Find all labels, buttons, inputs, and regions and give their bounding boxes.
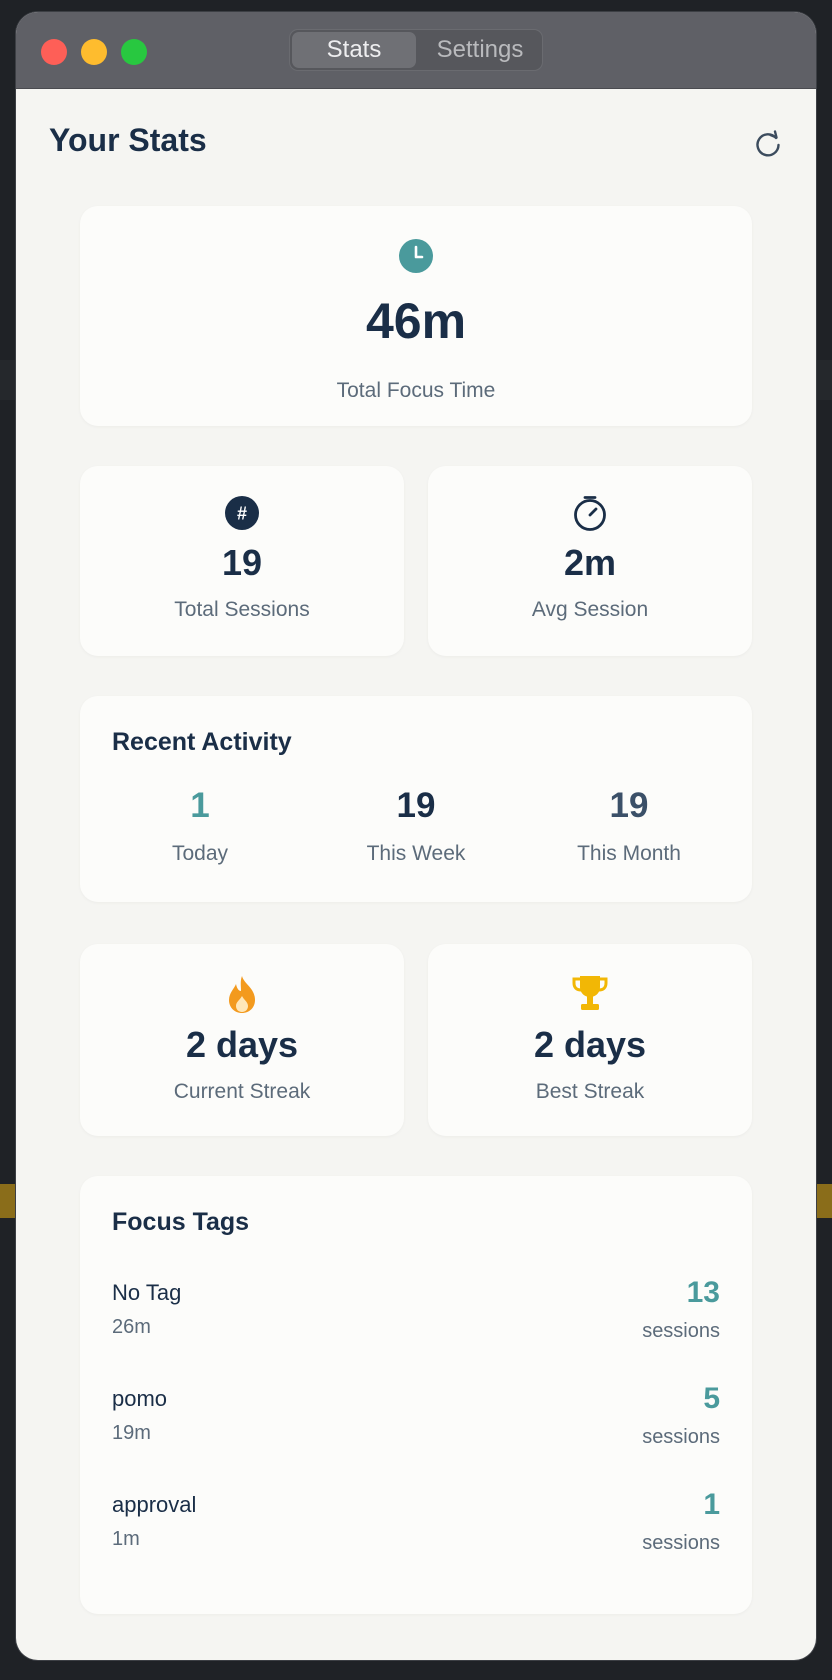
best-streak-card: 2 days Best Streak bbox=[428, 944, 752, 1136]
recent-month-label: This Month bbox=[577, 842, 681, 865]
tag-session-unit: sessions bbox=[642, 1320, 720, 1342]
tag-session-count: 13 bbox=[686, 1276, 720, 1309]
tab-settings[interactable]: Settings bbox=[420, 32, 540, 68]
avg-session-card: 2m Avg Session bbox=[428, 466, 752, 656]
recent-activity-title: Recent Activity bbox=[112, 728, 292, 756]
tag-session-unit: sessions bbox=[642, 1426, 720, 1448]
avg-session-value: 2m bbox=[563, 542, 617, 583]
clock-icon bbox=[398, 238, 434, 274]
background-highlight-right bbox=[814, 1184, 832, 1218]
tag-name: No Tag bbox=[112, 1280, 182, 1305]
minimize-button[interactable] bbox=[81, 39, 107, 65]
focus-time-value: 46m bbox=[365, 293, 467, 349]
view-switcher: Stats Settings bbox=[289, 29, 543, 71]
tag-time: 19m bbox=[112, 1422, 151, 1444]
best-streak-value: 2 days bbox=[533, 1024, 647, 1065]
tag-session-count: 1 bbox=[703, 1488, 720, 1521]
tag-row: pomo 19m 5 sessions bbox=[112, 1382, 720, 1466]
tag-name: pomo bbox=[112, 1386, 168, 1411]
current-streak-card: 2 days Current Streak bbox=[80, 944, 404, 1136]
current-streak-label: Current Streak bbox=[173, 1080, 311, 1103]
recent-week-value: 19 bbox=[396, 786, 436, 825]
best-streak-label: Best Streak bbox=[535, 1080, 645, 1103]
tag-time: 26m bbox=[112, 1316, 151, 1338]
close-button[interactable] bbox=[41, 39, 67, 65]
zoom-button[interactable] bbox=[121, 39, 147, 65]
tab-stats[interactable]: Stats bbox=[292, 32, 416, 68]
trophy-icon bbox=[571, 974, 609, 1012]
stats-window: Stats Settings Your Stats 46m Total Focu… bbox=[16, 12, 816, 1660]
current-streak-value: 2 days bbox=[185, 1024, 299, 1065]
tag-session-unit: sessions bbox=[642, 1532, 720, 1554]
recent-today-value: 1 bbox=[190, 786, 210, 825]
recent-activity-card: Recent Activity 1 Today 19 This Week 19 … bbox=[80, 696, 752, 902]
total-sessions-label: Total Sessions bbox=[174, 598, 310, 621]
flame-icon bbox=[224, 974, 260, 1014]
svg-text:#: # bbox=[237, 504, 247, 524]
focus-time-label: Total Focus Time bbox=[336, 379, 496, 402]
tag-row: No Tag 26m 13 sessions bbox=[112, 1276, 720, 1360]
page-title: Your Stats bbox=[49, 122, 207, 158]
recent-today-label: Today bbox=[171, 842, 229, 865]
tag-row: approval 1m 1 sessions bbox=[112, 1488, 720, 1572]
recent-today: 1 Today bbox=[100, 786, 300, 866]
timer-icon bbox=[572, 494, 608, 532]
tag-session-count: 5 bbox=[703, 1382, 720, 1415]
total-sessions-value: 19 bbox=[221, 542, 263, 583]
focus-tags-title: Focus Tags bbox=[112, 1208, 250, 1236]
total-sessions-card: # 19 Total Sessions bbox=[80, 466, 404, 656]
recent-month-value: 19 bbox=[609, 786, 649, 825]
focus-tags-card: Focus Tags No Tag 26m 13 sessions pomo 1… bbox=[80, 1176, 752, 1614]
recent-month: 19 This Month bbox=[529, 786, 729, 866]
tag-name: approval bbox=[112, 1492, 197, 1517]
focus-time-card: 46m Total Focus Time bbox=[80, 206, 752, 426]
hash-icon: # bbox=[225, 496, 259, 530]
recent-week-label: This Week bbox=[366, 842, 466, 865]
tag-time: 1m bbox=[112, 1528, 140, 1550]
recent-week: 19 This Week bbox=[316, 786, 516, 866]
refresh-icon[interactable] bbox=[751, 127, 785, 161]
title-bar[interactable]: Stats Settings bbox=[16, 12, 816, 89]
avg-session-label: Avg Session bbox=[531, 598, 649, 621]
